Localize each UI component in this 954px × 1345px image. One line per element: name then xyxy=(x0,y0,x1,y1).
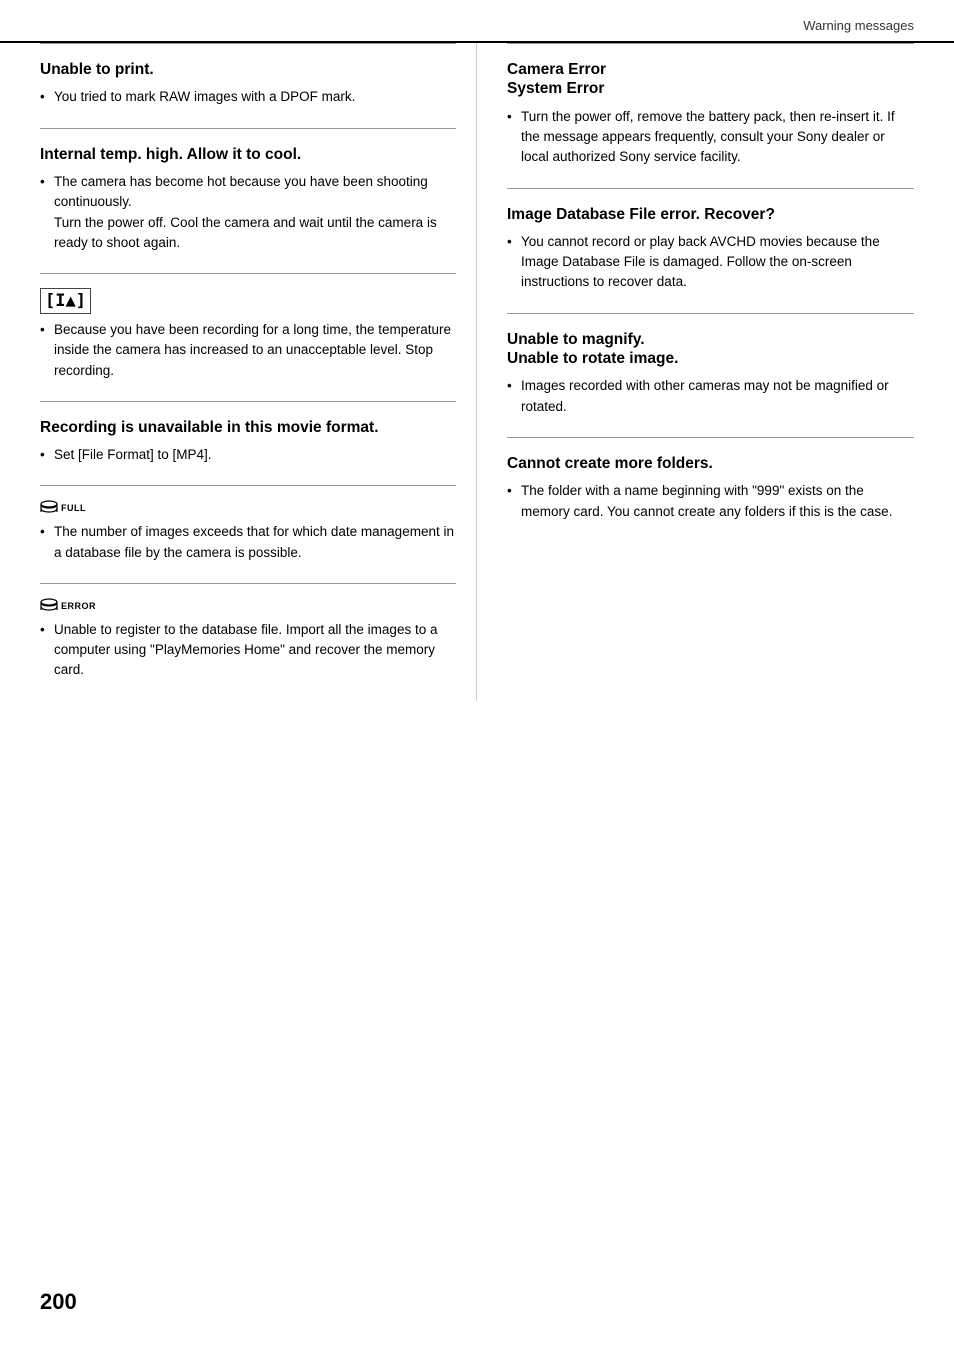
bullet-db-error-1: Unable to register to the database file.… xyxy=(40,620,456,681)
section-title-unable-to-magnify: Unable to magnify. Unable to rotate imag… xyxy=(507,330,914,369)
section-unable-to-print: Unable to print. You tried to mark RAW i… xyxy=(40,43,456,128)
section-unable-to-magnify: Unable to magnify. Unable to rotate imag… xyxy=(507,313,914,437)
right-column: Camera Error System Error Turn the power… xyxy=(477,43,924,701)
section-image-database-error: Image Database File error. Recover? You … xyxy=(507,188,914,313)
page-header: Warning messages xyxy=(0,0,954,43)
bullet-unable-to-print-1: You tried to mark RAW images with a DPOF… xyxy=(40,87,456,107)
db-error-icon: ERROR xyxy=(40,598,456,614)
section-title-cannot-create-folders: Cannot create more folders. xyxy=(507,454,914,473)
bullet-image-database-1: You cannot record or play back AVCHD mov… xyxy=(507,232,914,293)
section-title-unable-to-print: Unable to print. xyxy=(40,60,456,79)
section-title-internal-temp: Internal temp. high. Allow it to cool. xyxy=(40,145,456,164)
left-column: Unable to print. You tried to mark RAW i… xyxy=(30,43,477,701)
db-full-label: FULL xyxy=(61,503,86,513)
section-internal-temp: Internal temp. high. Allow it to cool. T… xyxy=(40,128,456,273)
db-error-label: ERROR xyxy=(61,601,96,611)
bullet-recording-1: Set [File Format] to [MP4]. xyxy=(40,445,456,465)
bullet-db-full-1: The number of images exceeds that for wh… xyxy=(40,522,456,563)
section-db-error: ERROR Unable to register to the database… xyxy=(40,583,456,701)
section-title-camera-error: Camera Error System Error xyxy=(507,60,914,99)
section-title-recording-unavailable: Recording is unavailable in this movie f… xyxy=(40,418,456,437)
bullet-bracket-1: Because you have been recording for a lo… xyxy=(40,320,456,381)
db-full-icon: FULL xyxy=(40,500,456,516)
bullet-unable-to-magnify-1: Images recorded with other cameras may n… xyxy=(507,376,914,417)
section-db-full: FULL The number of images exceeds that f… xyxy=(40,485,456,583)
bullet-internal-temp-1: The camera has become hot because you ha… xyxy=(40,172,456,253)
section-camera-error: Camera Error System Error Turn the power… xyxy=(507,43,914,188)
bullet-camera-error-1: Turn the power off, remove the battery p… xyxy=(507,107,914,168)
header-title: Warning messages xyxy=(803,18,914,33)
bracket-icon: [I▲] xyxy=(40,288,91,314)
section-cannot-create-folders: Cannot create more folders. The folder w… xyxy=(507,437,914,542)
bullet-cannot-create-folders-1: The folder with a name beginning with "9… xyxy=(507,481,914,522)
section-bracket-icon: [I▲] Because you have been recording for… xyxy=(40,273,456,401)
section-recording-unavailable: Recording is unavailable in this movie f… xyxy=(40,401,456,486)
section-title-image-database-error: Image Database File error. Recover? xyxy=(507,205,914,224)
page-number: 200 xyxy=(40,1289,77,1315)
